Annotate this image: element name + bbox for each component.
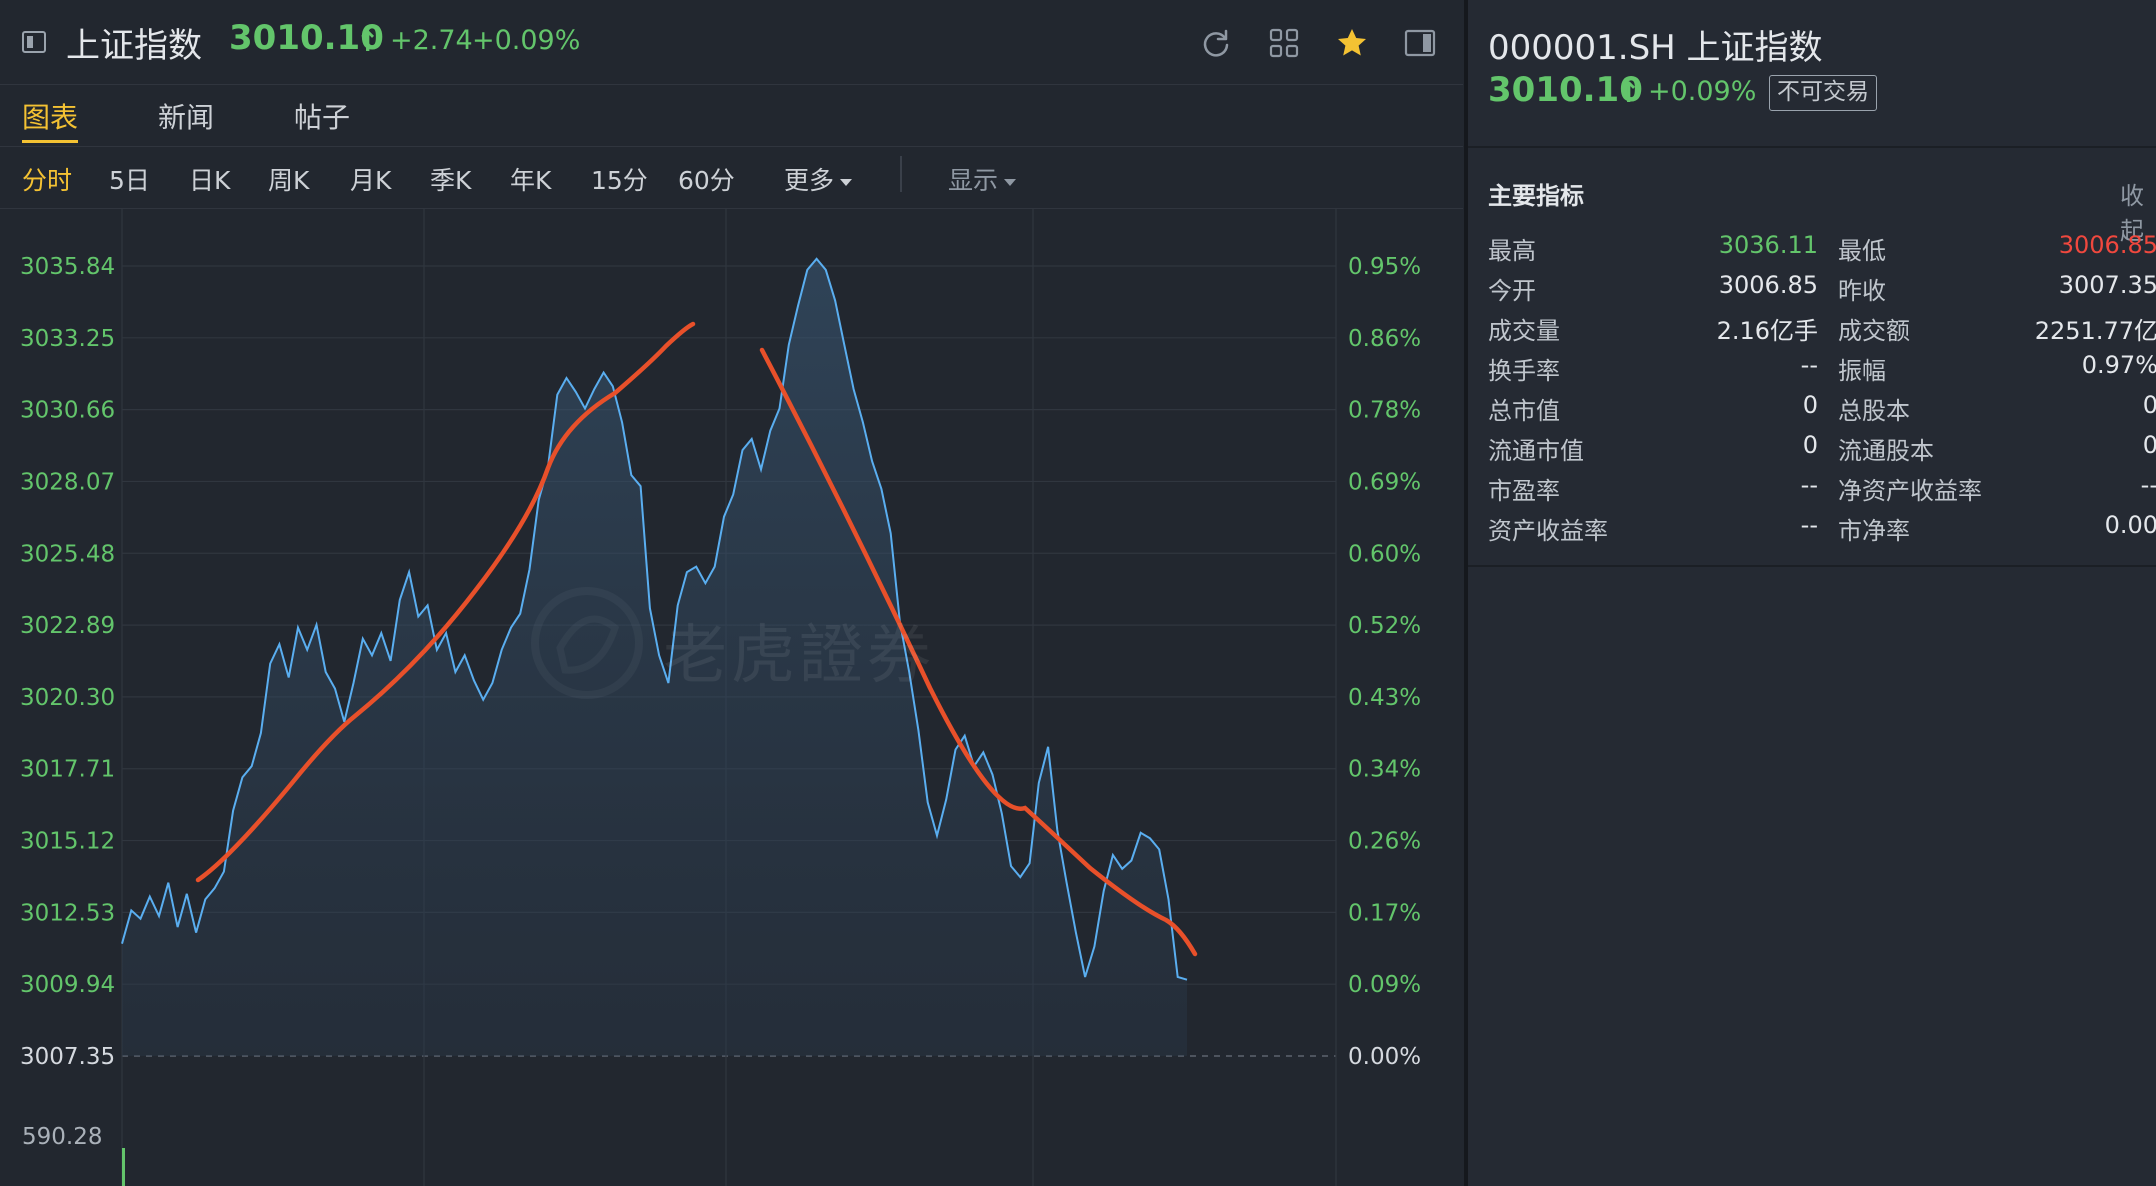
detail-divider [1468, 146, 2156, 148]
metric-value: 2.16亿手 [1716, 317, 1818, 345]
tab-posts[interactable]: 帖子 [294, 96, 350, 136]
period-weekly[interactable]: 周K [268, 161, 309, 197]
refresh-icon[interactable] [1199, 26, 1233, 60]
price-tick-label: 3033.25 [20, 326, 115, 352]
period-yearly[interactable]: 年K [510, 161, 551, 197]
period-5day[interactable]: 5日 [109, 161, 150, 197]
detail-up-arrow-icon: ↑ [1617, 76, 1641, 109]
content-tabs: 图表 新闻 帖子 [0, 84, 1463, 147]
more-label: 更多 [784, 166, 835, 195]
metric-value: 3007.35 [2058, 271, 2156, 299]
percent-tick-label: 0.69% [1348, 469, 1421, 495]
panel-toggle-icon[interactable] [1403, 26, 1437, 60]
display-dropdown[interactable]: 显示 [948, 161, 1017, 197]
more-dropdown[interactable]: 更多 [784, 161, 853, 197]
metric-value: -- [1800, 351, 1818, 379]
price-tick-label: 3009.94 [20, 972, 115, 998]
price-axis: 3035.84 3033.25 3030.66 3028.07 3025.48 3022.… [20, 254, 115, 1070]
active-tab-indicator [22, 140, 78, 143]
up-arrow-icon: ↑ [356, 25, 380, 58]
metric-value: 3006.85 [2058, 231, 2156, 259]
price-tick-label: 3035.84 [20, 254, 115, 280]
percent-tick-label: 0.43% [1348, 685, 1421, 711]
period-intraday[interactable]: 分时 [22, 161, 72, 197]
price-tick-label: 3007.35 [20, 1044, 115, 1070]
metric-value: -- [1800, 471, 1818, 499]
price-tick-label: 3025.48 [20, 541, 115, 567]
period-selector: 分时 5日 日K 周K 月K 季K 年K 15分 60分 更多 显示 [0, 148, 1463, 209]
trade-status-badge: 不可交易 [1769, 75, 1877, 111]
price-area [122, 258, 1187, 1056]
period-daily[interactable]: 日K [189, 161, 230, 197]
volume-axis-label: 590.28 [22, 1124, 102, 1150]
metric-value: 0 [1802, 431, 1818, 459]
period-quarterly[interactable]: 季K [430, 161, 471, 197]
percent-axis: 0.95% 0.86% 0.78% 0.69% 0.60% 0.52% 0.43% 0.34%… [1348, 254, 1421, 1070]
metrics-bottom-divider [1468, 565, 2156, 567]
metric-value: 0 [2142, 431, 2156, 459]
display-label: 显示 [948, 166, 999, 195]
tab-news[interactable]: 新闻 [158, 96, 214, 136]
star-icon[interactable] [1335, 26, 1369, 60]
sidebar-toggle-icon[interactable] [22, 31, 46, 53]
percent-tick-label: 0.26% [1348, 829, 1421, 855]
metric-value: -- [2140, 471, 2156, 499]
percent-tick-label: 0.09% [1348, 972, 1421, 998]
price-tick-label: 3012.53 [20, 900, 115, 926]
chevron-down-icon [840, 178, 853, 186]
percent-tick-label: 0.52% [1348, 613, 1421, 639]
quote-header: 上证指数 3010.10 ↑ +2.74 +0.09% [0, 0, 1463, 85]
period-monthly[interactable]: 月K [350, 161, 391, 197]
volume-bar [122, 1148, 125, 1186]
metric-value: 3006.85 [1718, 271, 1818, 299]
percent-tick-label: 0.34% [1348, 757, 1421, 783]
metric-value: 0.00 [2104, 511, 2156, 539]
percent-tick-label: 0.78% [1348, 398, 1421, 424]
metric-value: -- [1800, 511, 1818, 539]
percent-tick-label: 0.95% [1348, 254, 1421, 280]
percent-tick-label: 0.17% [1348, 900, 1421, 926]
percent-tick-label: 0.86% [1348, 326, 1421, 352]
symbol-code-name: 000001.SH 上证指数 [1488, 28, 1823, 68]
key-metrics-title: 主要指标 [1488, 182, 1584, 210]
intraday-chart[interactable]: 3035.84 3033.25 3030.66 3028.07 3025.48 3022.… [0, 208, 1463, 1186]
chevron-down-icon [1004, 178, 1017, 186]
price-tick-label: 3028.07 [20, 469, 115, 495]
tab-chart[interactable]: 图表 [22, 96, 78, 136]
price-tick-label: 3022.89 [20, 613, 115, 639]
metric-value: 0 [2142, 391, 2156, 419]
index-name: 上证指数 [66, 26, 202, 66]
price-tick-label: 3020.30 [20, 685, 115, 711]
metric-value: 2251.77亿 [2034, 317, 2156, 345]
metric-value: 0 [1802, 391, 1818, 419]
price-tick-label: 3017.71 [20, 757, 115, 783]
price-change-pct: +0.09% [472, 25, 581, 56]
metric-value: 0.97% [2081, 351, 2156, 379]
period-15min[interactable]: 15分 [591, 161, 648, 197]
price-tick-label: 3030.66 [20, 398, 115, 424]
toolbar-separator [900, 156, 902, 192]
period-60min[interactable]: 60分 [678, 161, 735, 197]
metric-value: 3036.11 [1718, 231, 1818, 259]
grid-icon[interactable] [1267, 26, 1301, 60]
watermark: 老虎證券 [663, 619, 935, 693]
price-tick-label: 3015.12 [20, 829, 115, 855]
percent-tick-label: 0.00% [1348, 1044, 1421, 1070]
percent-tick-label: 0.60% [1348, 541, 1421, 567]
price-change: +2.74 [390, 25, 473, 56]
detail-change-pct: +0.09% [1648, 76, 1757, 107]
